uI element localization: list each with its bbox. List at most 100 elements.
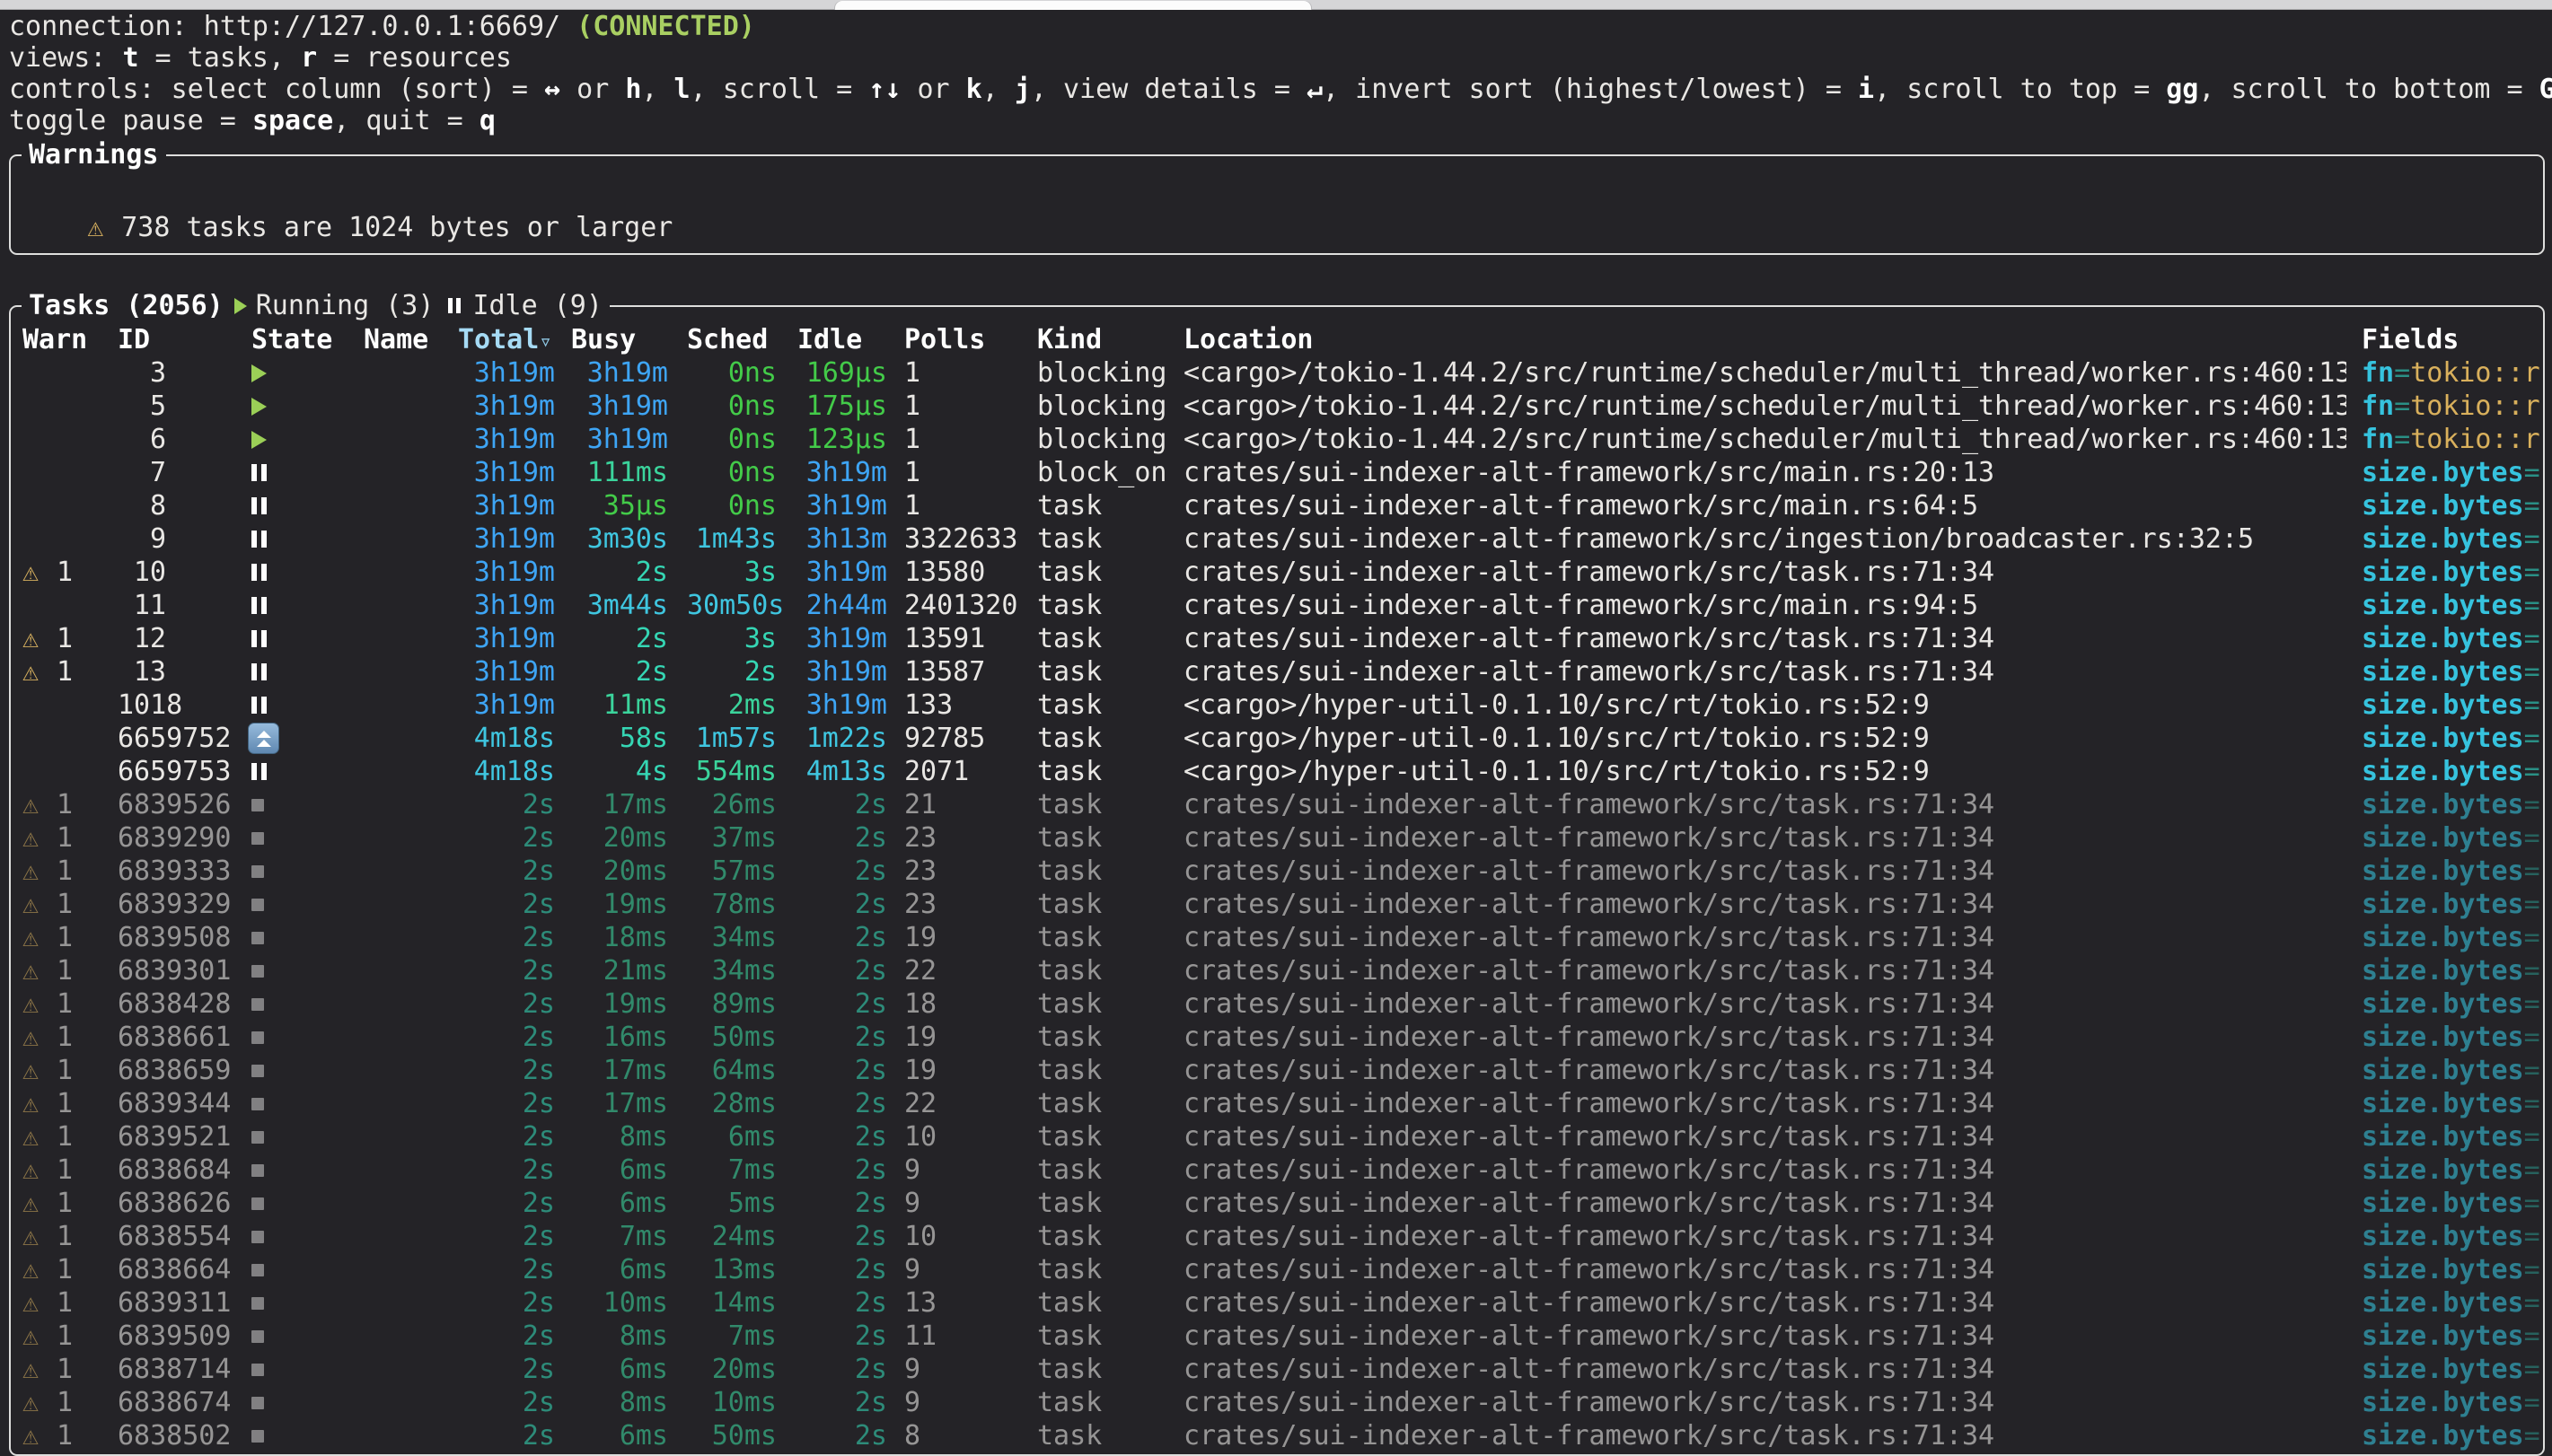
tasks-table-header: Warn ID State Name Total▿ Busy Sched Idle Polls K… bbox=[11, 323, 2543, 356]
task-row[interactable]: ⚠168395082s18ms34ms2s19taskcrates/sui-in… bbox=[11, 921, 2543, 954]
cell-polls: 21 bbox=[904, 788, 937, 821]
cell-kind: task bbox=[1037, 755, 1102, 788]
cell-warn: ⚠1 bbox=[22, 921, 73, 954]
cell-sched: 10ms bbox=[687, 1386, 777, 1419]
task-row[interactable]: ⚠168386642s6ms13ms2s9taskcrates/sui-inde… bbox=[11, 1253, 2543, 1286]
cell-polls: 19 bbox=[904, 921, 937, 954]
cell-state bbox=[251, 589, 267, 622]
cell-state bbox=[251, 1386, 264, 1419]
task-row[interactable]: ⚠168392902s20ms37ms2s23taskcrates/sui-in… bbox=[11, 821, 2543, 855]
column-header-total[interactable]: Total▿ bbox=[458, 323, 552, 358]
cell-task-id: 6839329 bbox=[118, 888, 231, 921]
task-row[interactable]: ⚠168395092s8ms7ms2s11taskcrates/sui-inde… bbox=[11, 1320, 2543, 1353]
column-header-id[interactable]: ID bbox=[118, 323, 150, 356]
cell-busy: 6ms bbox=[571, 1419, 668, 1452]
console-text: toggle pause = bbox=[9, 105, 252, 136]
cell-location: crates/sui-indexer-alt-framework/src/tas… bbox=[1184, 1021, 2346, 1054]
field-key: size.bytes bbox=[2362, 1055, 2524, 1086]
pause-icon bbox=[448, 298, 453, 313]
cell-task-id: 6838659 bbox=[118, 1054, 231, 1087]
cell-idle: 2s bbox=[797, 1253, 887, 1286]
task-row[interactable]: ⚠168386262s6ms5ms2s9taskcrates/sui-index… bbox=[11, 1187, 2543, 1220]
cell-busy: 3m44s bbox=[571, 589, 668, 622]
cell-state bbox=[251, 456, 267, 489]
console-text: , quit = bbox=[333, 105, 480, 136]
task-row[interactable]: 83h19m35µs0ns3h19m1taskcrates/sui-indexe… bbox=[11, 489, 2543, 522]
cell-polls: 8 bbox=[904, 1419, 920, 1452]
task-row[interactable]: ⚠168395262s17ms26ms2s21taskcrates/sui-in… bbox=[11, 788, 2543, 821]
cell-task-id: 6659752 bbox=[118, 722, 231, 755]
task-row[interactable]: 53h19m3h19m0ns175µs1blocking<cargo>/toki… bbox=[11, 390, 2543, 423]
warning-icon: ⚠ bbox=[22, 556, 57, 589]
task-row[interactable]: 63h19m3h19m0ns123µs1blocking<cargo>/toki… bbox=[11, 423, 2543, 456]
cell-idle: 2s bbox=[797, 1419, 887, 1452]
cell-task-id: 6659753 bbox=[118, 755, 231, 788]
cell-task-id: 1018 bbox=[118, 689, 182, 722]
task-row[interactable]: ⚠168393292s19ms78ms2s23taskcrates/sui-in… bbox=[11, 888, 2543, 921]
task-row[interactable]: 93h19m3m30s1m43s3h13m3322633taskcrates/s… bbox=[11, 522, 2543, 556]
warning-icon: ⚠ bbox=[22, 987, 57, 1021]
cell-state bbox=[251, 722, 279, 755]
task-row[interactable]: ⚠168386612s16ms50ms2s19taskcrates/sui-in… bbox=[11, 1021, 2543, 1054]
column-header-location[interactable]: Location bbox=[1184, 323, 1314, 356]
active-tab[interactable] bbox=[835, 1, 1311, 10]
cell-location: crates/sui-indexer-alt-framework/src/tas… bbox=[1184, 1320, 2346, 1353]
warning-item: ⚠738 tasks are 1024 bytes or larger bbox=[22, 178, 2543, 211]
task-row[interactable]: ⚠168386842s6ms7ms2s9taskcrates/sui-index… bbox=[11, 1153, 2543, 1187]
column-header-kind[interactable]: Kind bbox=[1037, 323, 1102, 356]
column-header-busy[interactable]: Busy bbox=[571, 323, 636, 356]
cell-busy: 18ms bbox=[571, 921, 668, 954]
task-row[interactable]: ⚠168395212s8ms6ms2s10taskcrates/sui-inde… bbox=[11, 1120, 2543, 1153]
task-row[interactable]: ⚠168385542s7ms24ms2s10taskcrates/sui-ind… bbox=[11, 1220, 2543, 1253]
field-key: size.bytes bbox=[2362, 1420, 2524, 1452]
state-idle-icon bbox=[251, 597, 257, 614]
cell-task-id: 6838428 bbox=[118, 987, 231, 1021]
task-row[interactable]: 10183h19m11ms2ms3h19m133task<cargo>/hype… bbox=[11, 689, 2543, 722]
cell-idle: 3h19m bbox=[797, 689, 887, 722]
field-key: size.bytes bbox=[2362, 1221, 2524, 1252]
cell-polls: 18 bbox=[904, 987, 937, 1021]
task-row[interactable]: ⚠1123h19m2s3s3h19m13591taskcrates/sui-in… bbox=[11, 622, 2543, 655]
column-header-idle[interactable]: Idle bbox=[797, 323, 862, 356]
task-row[interactable]: 73h19m111ms0ns3h19m1block_oncrates/sui-i… bbox=[11, 456, 2543, 489]
task-row[interactable]: ⚠168384282s19ms89ms2s18taskcrates/sui-in… bbox=[11, 987, 2543, 1021]
column-header-sched[interactable]: Sched bbox=[687, 323, 768, 356]
cell-state bbox=[251, 556, 267, 589]
keybinding-label: ↵ bbox=[1307, 74, 1323, 105]
warning-icon: ⚠ bbox=[22, 1087, 57, 1120]
task-row[interactable]: ⚠1133h19m2s2s3h19m13587taskcrates/sui-in… bbox=[11, 655, 2543, 689]
column-header-warn[interactable]: Warn bbox=[22, 323, 87, 356]
task-row[interactable]: 66597534m18s4s554ms4m13s2071task<cargo>/… bbox=[11, 755, 2543, 788]
column-header-polls[interactable]: Polls bbox=[904, 323, 985, 356]
cell-state bbox=[251, 1419, 264, 1452]
cell-location: crates/sui-indexer-alt-framework/src/mai… bbox=[1184, 589, 2346, 622]
warning-icon: ⚠ bbox=[22, 1120, 57, 1153]
task-row[interactable]: ⚠168385022s6ms50ms2s8taskcrates/sui-inde… bbox=[11, 1419, 2543, 1452]
task-row[interactable]: ⚠168386742s8ms10ms2s9taskcrates/sui-inde… bbox=[11, 1386, 2543, 1419]
cell-sched: 554ms bbox=[687, 755, 777, 788]
task-row[interactable]: ⚠168387142s6ms20ms2s9taskcrates/sui-inde… bbox=[11, 1353, 2543, 1386]
cell-kind: blocking bbox=[1037, 356, 1167, 390]
task-row[interactable]: 66597524m18s58s1m57s1m22s92785task<cargo… bbox=[11, 722, 2543, 755]
task-row[interactable]: ⚠168393012s21ms34ms2s22taskcrates/sui-in… bbox=[11, 954, 2543, 987]
column-header-state[interactable]: State bbox=[251, 323, 332, 356]
cell-busy: 8ms bbox=[571, 1386, 668, 1419]
task-row[interactable]: ⚠168386592s17ms64ms2s19taskcrates/sui-in… bbox=[11, 1054, 2543, 1087]
cell-busy: 10ms bbox=[571, 1286, 668, 1320]
cell-idle: 4m13s bbox=[797, 755, 887, 788]
cell-state bbox=[251, 1353, 264, 1386]
cell-location: crates/sui-indexer-alt-framework/src/tas… bbox=[1184, 556, 2346, 589]
task-row[interactable]: 113h19m3m44s30m50s2h44m2401320taskcrates… bbox=[11, 589, 2543, 622]
task-row[interactable]: ⚠168393332s20ms57ms2s23taskcrates/sui-in… bbox=[11, 855, 2543, 888]
tasks-panel: Tasks (2056) Running (3) Idle (9) WarnID… bbox=[9, 305, 2545, 1456]
task-row[interactable]: ⚠168393442s17ms28ms2s22taskcrates/sui-in… bbox=[11, 1087, 2543, 1120]
task-row[interactable]: 33h19m3h19m0ns169µs1blocking<cargo>/toki… bbox=[11, 356, 2543, 390]
column-header-name[interactable]: Name bbox=[364, 323, 428, 356]
task-row[interactable]: ⚠1103h19m2s3s3h19m13580taskcrates/sui-in… bbox=[11, 556, 2543, 589]
column-header-fields[interactable]: Fields bbox=[2362, 323, 2459, 356]
state-completed-icon bbox=[251, 1098, 264, 1110]
task-row[interactable]: ⚠168393112s10ms14ms2s13taskcrates/sui-in… bbox=[11, 1286, 2543, 1320]
field-key: size.bytes bbox=[2362, 557, 2524, 588]
field-equals: = bbox=[2524, 1287, 2540, 1319]
cell-total: 3h19m bbox=[458, 689, 555, 722]
